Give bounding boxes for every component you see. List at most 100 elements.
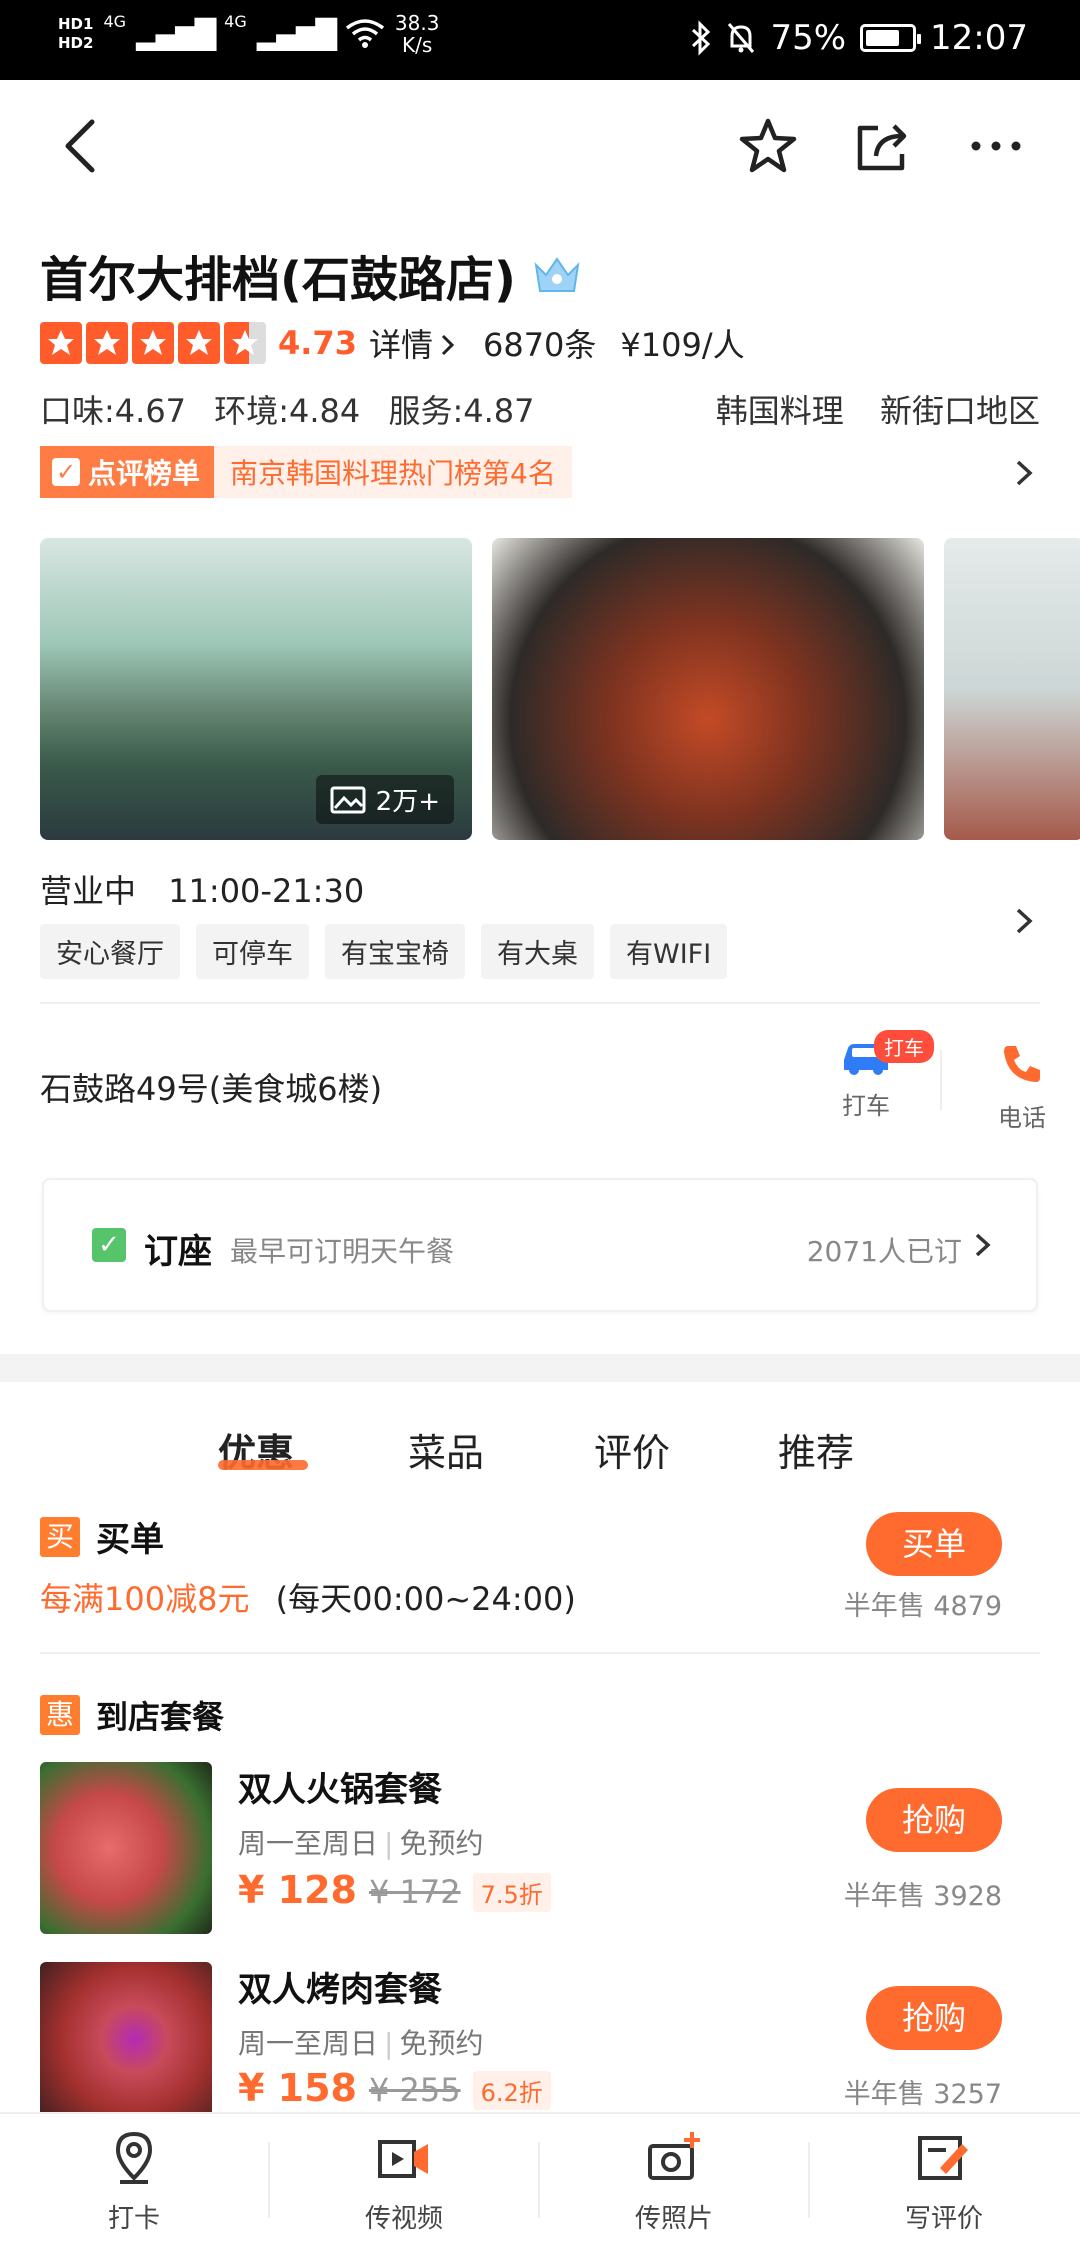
image-icon <box>330 786 366 813</box>
set-meal-sold: 半年售 3257 <box>843 2079 1002 2110</box>
area-label[interactable]: 新街口地区 <box>880 392 1040 430</box>
net-speed-unit: K/s <box>402 33 433 57</box>
set-meal-subtitle: 周一至周日 | 免预约 <box>238 1822 483 1862</box>
set-meal-days: 周一至周日 <box>238 1827 379 1860</box>
chevron-right-icon <box>975 1233 991 1257</box>
chevron-right-icon[interactable] <box>1010 456 1040 490</box>
checkin-label: 打卡 <box>107 2204 160 2234</box>
shop-name: 首尔大排档(石鼓路店) <box>40 252 516 308</box>
rank-label-box: ✓ 点评榜单 <box>40 446 215 498</box>
half-star-icon <box>224 322 266 364</box>
buy-button[interactable]: 抢购 <box>866 1788 1002 1852</box>
review-count: 6870条 <box>482 326 597 364</box>
signal-icon: ▂▄▆█ <box>136 17 216 51</box>
pay-offer-text: 每满100减8元 <box>40 1580 250 1618</box>
star-icon <box>178 322 220 364</box>
pay-offer-time: (每天00:00~24:00) <box>275 1580 576 1618</box>
shop-photo-interior[interactable]: 2万+ <box>40 538 472 840</box>
check-icon: ✓ <box>52 458 80 486</box>
taxi-button[interactable]: 打车 打车 <box>834 1030 934 1121</box>
share-icon[interactable] <box>852 116 912 176</box>
wifi-icon <box>345 19 384 48</box>
tab-recommend[interactable]: 推荐 <box>778 1422 854 1477</box>
rating-stars <box>40 322 266 364</box>
set-meal-image[interactable] <box>40 1962 212 2134</box>
write-review-icon <box>918 2136 968 2180</box>
booking-subtitle: 最早可订明天午餐 <box>230 1235 455 1268</box>
open-hours: 11:00-21:30 <box>168 872 365 910</box>
cuisine-label[interactable]: 韩国料理 <box>716 392 844 430</box>
bottom-action-bar: 打卡 传视频 传照片 写评价 <box>0 2112 1080 2244</box>
pay-sold-count: 半年售 4879 <box>843 1591 1002 1622</box>
divider <box>40 1652 1040 1654</box>
tag: 有WIFI <box>610 924 728 979</box>
rating-detail-label: 详情 <box>368 326 433 364</box>
rank-banner[interactable]: ✓ 点评榜单 南京韩国料理热门榜第4名 <box>40 446 572 498</box>
more-icon[interactable] <box>966 116 1026 176</box>
tag: 有大桌 <box>481 924 594 979</box>
shop-photo-more[interactable] <box>944 538 1080 840</box>
shop-address[interactable]: 石鼓路49号(美食城6楼) <box>40 1064 382 1110</box>
divider <box>40 1002 1040 1004</box>
battery-icon <box>860 24 922 52</box>
pay-section-header: 买 买单 <box>40 1512 164 1561</box>
booking-title: 订座 <box>144 1232 212 1272</box>
status-left: HD1 HD2 4G ▂▄▆█ 4G ▂▄▆█ 38.3 K/s <box>58 12 439 56</box>
star-icon <box>40 322 82 364</box>
signal2-label: 4G <box>224 12 247 31</box>
set-meal-price-row: ¥ 158 ¥ 255 6.2折 <box>238 2066 551 2110</box>
open-status: 营业中 <box>40 872 137 910</box>
set-meal-days: 周一至周日 <box>238 2027 379 2060</box>
booking-card[interactable]: ✓ 订座 最早可订明天午餐 2071人已订 <box>42 1178 1038 1312</box>
rank-label: 点评榜单 <box>88 457 201 490</box>
favorite-star-icon[interactable] <box>738 116 798 176</box>
checkin-button[interactable]: 打卡 <box>44 2130 224 2235</box>
set-meal-title: 到店套餐 <box>96 1698 225 1736</box>
pay-offer: 每满100减8元 (每天00:00~24:00) <box>40 1574 576 1620</box>
facility-tags: 安心餐厅 可停车 有宝宝椅 有大桌 有WIFI <box>40 924 728 979</box>
photo-strip[interactable]: 2万+ <box>40 538 1080 840</box>
buy-button[interactable]: 抢购 <box>866 1986 1002 2050</box>
net-speed-value: 38.3 <box>394 11 440 35</box>
pay-button[interactable]: 买单 <box>866 1512 1002 1576</box>
set-meal-reservation: 免预约 <box>399 1827 484 1860</box>
divider <box>940 1050 942 1110</box>
phone-button[interactable]: 电话 <box>990 1040 1054 1133</box>
tab-dishes[interactable]: 菜品 <box>408 1422 484 1477</box>
rating-row: 4.73 详情 6870条 ¥109/人 <box>40 320 745 366</box>
shop-title-row: 首尔大排档(石鼓路店) <box>40 240 584 310</box>
photo-count: 2万+ <box>375 787 440 817</box>
separator: | <box>384 1827 394 1860</box>
network-speed: 38.3 K/s <box>395 12 440 56</box>
phone-icon <box>1004 1046 1040 1082</box>
taxi-label: 打车 <box>842 1092 890 1120</box>
pay-title: 买单 <box>96 1520 164 1560</box>
environment-score: 环境:4.84 <box>214 392 361 430</box>
tag: 有宝宝椅 <box>325 924 465 979</box>
rating-detail-link[interactable]: 详情 <box>369 320 457 366</box>
tab-reviews[interactable]: 评价 <box>594 1422 670 1477</box>
upload-photo-button[interactable]: 传照片 <box>584 2130 764 2235</box>
taxi-badge: 打车 <box>874 1030 934 1063</box>
back-icon[interactable] <box>58 116 108 176</box>
upload-video-button[interactable]: 传视频 <box>314 2130 494 2235</box>
divider <box>268 2142 270 2218</box>
set-meal-reservation: 免预约 <box>399 2027 484 2060</box>
chevron-right-icon[interactable] <box>1010 904 1040 938</box>
phone-label: 电话 <box>998 1104 1046 1132</box>
section-separator <box>0 1354 1080 1382</box>
set-meal-image[interactable] <box>40 1762 212 1934</box>
rating-score: 4.73 <box>278 324 357 362</box>
set-meal-name: 双人烤肉套餐 <box>238 1970 442 2010</box>
write-review-button[interactable]: 写评价 <box>854 2130 1034 2235</box>
taste-score: 口味:4.67 <box>40 392 187 430</box>
set-meal-price: ¥ 158 <box>238 2066 357 2110</box>
upload-video-label: 传视频 <box>364 2204 443 2234</box>
subscores: 口味:4.67 环境:4.84 服务:4.87 <box>40 386 552 432</box>
set-meal-original-price: ¥ 255 <box>369 2071 461 2109</box>
set-meal-subtitle: 周一至周日 | 免预约 <box>238 2022 483 2062</box>
signal-icon-2: ▂▄▆█ <box>256 17 337 51</box>
content-tabs: 优惠 菜品 评价 推荐 <box>0 1410 1080 1490</box>
star-icon <box>132 322 174 364</box>
shop-photo-food[interactable] <box>492 538 924 840</box>
